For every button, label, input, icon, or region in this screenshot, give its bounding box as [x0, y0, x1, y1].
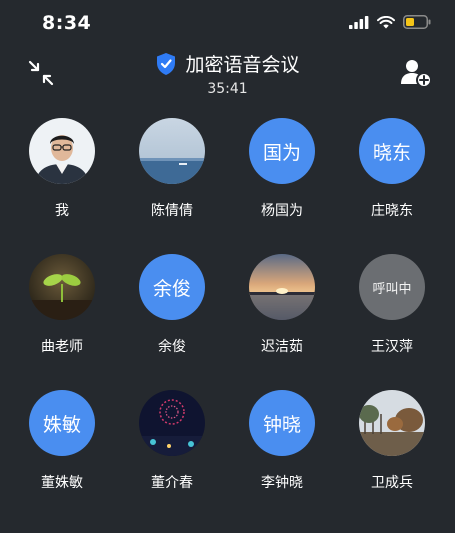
participant-tile[interactable]: 姝敏 董姝敏 — [12, 390, 112, 492]
avatar — [249, 254, 315, 320]
participant-tile[interactable]: 呼叫中 王汉萍 — [342, 254, 442, 356]
participant-tile[interactable]: 我 — [12, 118, 112, 220]
wifi-icon — [377, 15, 395, 28]
avatar: 国为 — [249, 118, 315, 184]
participant-tile[interactable]: 董介春 — [122, 390, 222, 492]
participant-tile[interactable]: 钟晓 李钟晓 — [232, 390, 332, 492]
participant-tile[interactable]: 国为 杨国为 — [232, 118, 332, 220]
participant-tile[interactable]: 陈倩倩 — [122, 118, 222, 220]
add-participant-button[interactable] — [399, 56, 433, 90]
avatar: 余俊 — [139, 254, 205, 320]
sea-photo — [139, 118, 205, 184]
avatar — [359, 390, 425, 456]
participant-name: 陈倩倩 — [151, 203, 193, 219]
participant-name: 王汉萍 — [371, 339, 413, 355]
avatar — [139, 118, 205, 184]
avatar — [29, 254, 95, 320]
participant-name: 余俊 — [158, 339, 186, 355]
call-title: 加密语音会议 — [185, 54, 300, 76]
shield-check-icon — [157, 52, 176, 75]
call-header: 加密语音会议 35:41 — [0, 50, 455, 102]
battery-icon — [403, 15, 431, 29]
avatar — [139, 390, 205, 456]
participant-name: 李钟晓 — [261, 475, 303, 491]
avatar: 姝敏 — [29, 390, 95, 456]
participant-name: 我 — [55, 203, 69, 219]
participant-tile[interactable]: 曲老师 — [12, 254, 112, 356]
avatar: 晓东 — [359, 118, 425, 184]
calling-avatar: 呼叫中 — [359, 254, 425, 320]
portrait-photo — [29, 118, 95, 184]
status-bar: 8:34 — [0, 0, 455, 46]
participant-tile[interactable]: 迟洁茹 — [232, 254, 332, 356]
status-icons — [349, 15, 431, 29]
participant-name: 杨国为 — [261, 203, 303, 219]
participant-tile[interactable]: 卫成兵 — [342, 390, 442, 492]
sunset-photo — [249, 254, 315, 320]
participant-tile[interactable]: 余俊 余俊 — [122, 254, 222, 356]
avatar — [29, 118, 95, 184]
add-user-icon — [401, 60, 432, 88]
participant-name: 董介春 — [151, 475, 193, 491]
participant-name: 庄晓东 — [371, 203, 413, 219]
call-title-block: 加密语音会议 35:41 — [0, 50, 455, 97]
call-timer: 35:41 — [207, 80, 248, 97]
trees-photo — [359, 390, 425, 456]
status-time: 8:34 — [42, 12, 92, 34]
signal-icon — [349, 15, 369, 29]
participant-name: 董姝敏 — [41, 475, 83, 491]
sprout-photo — [29, 254, 95, 320]
avatar: 钟晓 — [249, 390, 315, 456]
participant-name: 曲老师 — [41, 339, 83, 355]
night-lights-photo — [139, 390, 205, 456]
participant-name: 迟洁茹 — [261, 339, 303, 355]
participant-name: 卫成兵 — [371, 475, 413, 491]
participant-tile[interactable]: 晓东 庄晓东 — [342, 118, 442, 220]
